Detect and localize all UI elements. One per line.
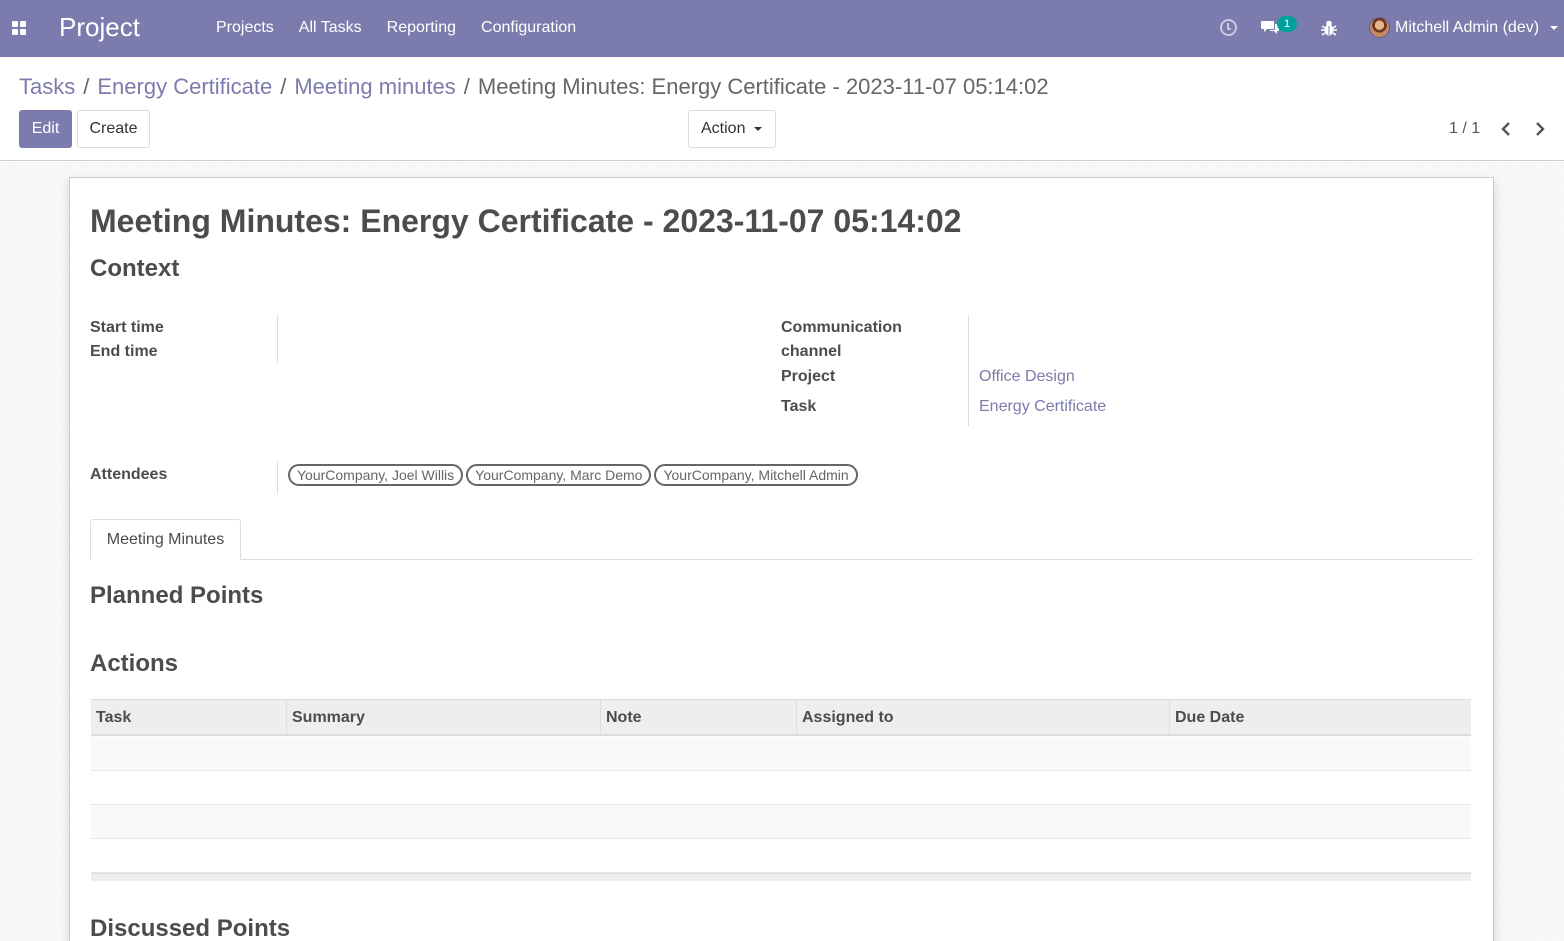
apps-menu-icon[interactable] xyxy=(12,21,26,35)
column-summary[interactable]: Summary xyxy=(286,700,600,735)
top-navbar: Project Projects All Tasks Reporting Con… xyxy=(0,0,1564,57)
communication-channel-label-2: channel xyxy=(781,343,842,360)
actions-table-header: Task Summary Note Assigned to Due Date xyxy=(91,699,1471,736)
user-avatar[interactable] xyxy=(1369,17,1390,38)
breadcrumb-meeting-minutes[interactable]: Meeting minutes xyxy=(294,74,455,100)
record-title: Meeting Minutes: Energy Certificate - 20… xyxy=(90,203,962,239)
column-note[interactable]: Note xyxy=(600,700,796,735)
create-button[interactable]: Create xyxy=(77,110,150,148)
tab-meeting-minutes[interactable]: Meeting Minutes xyxy=(90,519,241,560)
planned-points-heading: Planned Points xyxy=(90,582,264,609)
debug-bug-icon[interactable] xyxy=(1321,19,1337,37)
breadcrumb-separator: / xyxy=(463,74,470,99)
main-menu: Projects All Tasks Reporting Configurati… xyxy=(216,19,601,37)
chevron-down-icon[interactable] xyxy=(1550,26,1558,30)
breadcrumb: Tasks / Energy Certificate / Meeting min… xyxy=(19,74,1049,100)
breadcrumb-separator: / xyxy=(83,74,90,99)
task-link[interactable]: Energy Certificate xyxy=(979,398,1106,416)
project-link[interactable]: Office Design xyxy=(979,368,1075,386)
table-row xyxy=(91,839,1471,873)
field-divider xyxy=(277,315,278,363)
user-menu-name[interactable]: Mitchell Admin (dev) xyxy=(1395,19,1539,37)
column-due-date[interactable]: Due Date xyxy=(1169,700,1471,735)
column-task[interactable]: Task xyxy=(91,700,286,735)
activity-clock-icon[interactable] xyxy=(1220,19,1237,36)
menu-item-all-tasks[interactable]: All Tasks xyxy=(299,19,362,37)
communication-channel-label: Communication xyxy=(781,319,902,336)
end-time-label: End time xyxy=(90,343,158,360)
menu-item-reporting[interactable]: Reporting xyxy=(387,19,456,37)
pager-value[interactable]: 1 / 1 xyxy=(1449,120,1480,138)
breadcrumb-energy-certificate[interactable]: Energy Certificate xyxy=(97,74,272,100)
attendee-tag[interactable]: YourCompany, Joel Willis xyxy=(288,464,464,486)
chevron-right-icon[interactable] xyxy=(1532,121,1548,137)
edit-button[interactable]: Edit xyxy=(19,110,72,148)
table-row xyxy=(91,771,1471,805)
app-brand[interactable]: Project xyxy=(59,12,140,43)
action-label: Action xyxy=(701,120,746,137)
field-divider xyxy=(277,462,278,494)
task-label: Task xyxy=(781,398,817,415)
actions-table-footer xyxy=(91,873,1471,881)
column-assigned-to[interactable]: Assigned to xyxy=(796,700,1169,735)
field-divider xyxy=(968,315,969,426)
action-dropdown-button[interactable]: Action xyxy=(688,110,776,148)
start-time-label: Start time xyxy=(90,319,164,336)
control-panel: Tasks / Energy Certificate / Meeting min… xyxy=(0,57,1564,161)
attendee-tag[interactable]: YourCompany, Mitchell Admin xyxy=(654,464,858,486)
context-heading: Context xyxy=(90,255,180,282)
tab-divider xyxy=(90,559,1473,560)
project-label: Project xyxy=(781,368,836,385)
menu-item-projects[interactable]: Projects xyxy=(216,19,274,37)
attendees-tags: YourCompany, Joel Willis YourCompany, Ma… xyxy=(288,464,861,486)
table-row xyxy=(91,805,1471,839)
attendee-tag[interactable]: YourCompany, Marc Demo xyxy=(466,464,652,486)
chat-count-badge: 1 xyxy=(1277,16,1297,32)
menu-item-configuration[interactable]: Configuration xyxy=(481,19,576,37)
discussed-points-heading: Discussed Points xyxy=(90,915,291,941)
breadcrumb-current: Meeting Minutes: Energy Certificate - 20… xyxy=(477,74,1049,99)
breadcrumb-tasks[interactable]: Tasks xyxy=(19,74,75,100)
breadcrumb-separator: / xyxy=(280,74,287,99)
actions-heading: Actions xyxy=(90,650,179,677)
table-row xyxy=(91,737,1471,771)
attendees-label: Attendees xyxy=(90,466,168,483)
chevron-left-icon[interactable] xyxy=(1498,121,1514,137)
caret-down-icon xyxy=(754,127,762,131)
